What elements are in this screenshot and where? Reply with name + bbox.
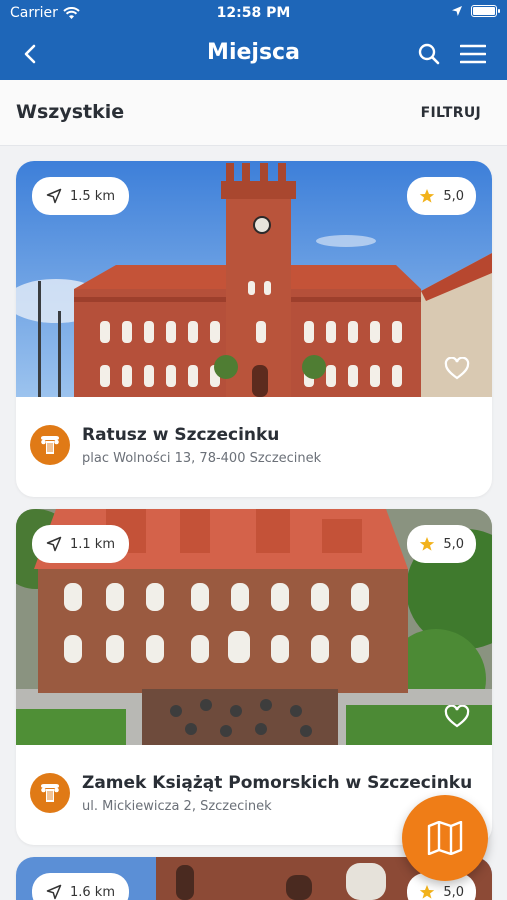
- column-icon: [41, 784, 59, 802]
- status-right: [451, 5, 500, 17]
- category-all-label: Wszystkie: [16, 101, 125, 123]
- place-name: Zamek Książąt Pomorskich w Szczecinku: [82, 773, 473, 793]
- rating-text: 5,0: [443, 188, 464, 204]
- hamburger-menu-icon: [460, 44, 486, 64]
- distance-badge: 1.6 km: [32, 873, 129, 900]
- location-arrow-icon: [46, 188, 62, 204]
- category-badge: [30, 425, 70, 465]
- star-icon: [420, 189, 435, 203]
- distance-badge: 1.1 km: [32, 525, 129, 563]
- category-badge: [30, 773, 70, 813]
- map-view-button[interactable]: [402, 795, 488, 881]
- star-icon: [420, 537, 435, 551]
- location-arrow-icon: [46, 536, 62, 552]
- place-photo: 1.1 km 5,0: [16, 509, 492, 745]
- place-address: ul. Mickiewicza 2, Szczecinek: [82, 799, 272, 814]
- filter-button[interactable]: FILTRUJ: [421, 105, 481, 121]
- location-icon: [452, 6, 462, 16]
- status-time: 12:58 PM: [216, 5, 291, 21]
- nav-bar: Miejsca: [0, 28, 507, 80]
- search-button[interactable]: [413, 38, 445, 70]
- menu-button[interactable]: [457, 38, 489, 70]
- place-info: Ratusz w Szczecinku plac Wolności 13, 78…: [16, 397, 492, 497]
- star-icon: [420, 885, 435, 899]
- distance-text: 1.6 km: [70, 884, 115, 900]
- location-arrow-icon: [46, 884, 62, 900]
- rating-text: 5,0: [443, 536, 464, 552]
- map-icon: [427, 821, 463, 855]
- rating-text: 5,0: [443, 884, 464, 900]
- filter-bar: Wszystkie FILTRUJ: [0, 80, 507, 146]
- rating-badge: 5,0: [407, 525, 476, 563]
- search-icon: [418, 43, 440, 65]
- battery-icon: [471, 5, 500, 17]
- distance-badge: 1.5 km: [32, 177, 129, 215]
- place-card[interactable]: 1.5 km 5,0 Ratusz w Szczecinku plac Woln…: [16, 161, 492, 497]
- place-card[interactable]: 1.1 km 5,0 Zamek Książąt Pomorskich w Sz…: [16, 509, 492, 845]
- heart-icon[interactable]: [444, 705, 470, 729]
- heart-icon[interactable]: [444, 357, 470, 381]
- column-icon: [41, 436, 59, 454]
- place-photo: 1.5 km 5,0: [16, 161, 492, 397]
- distance-text: 1.1 km: [70, 536, 115, 552]
- rating-badge: 5,0: [407, 177, 476, 215]
- place-name: Ratusz w Szczecinku: [82, 425, 280, 445]
- status-bar: Carrier 12:58 PM: [0, 0, 507, 28]
- place-address: plac Wolności 13, 78-400 Szczecinek: [82, 451, 322, 466]
- distance-text: 1.5 km: [70, 188, 115, 204]
- top-bar: Carrier 12:58 PM Miejsca: [0, 0, 507, 80]
